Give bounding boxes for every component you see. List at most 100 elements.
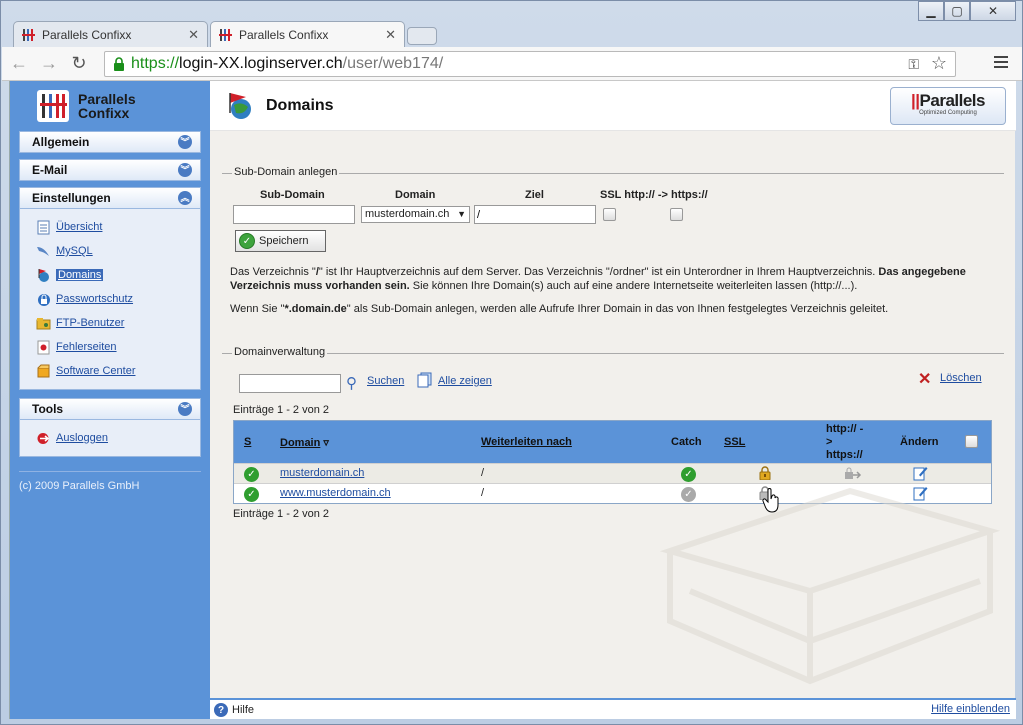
info-text: Sie können Ihre Domain(s) auch auf eine … bbox=[409, 280, 858, 292]
section-label: E-Mail bbox=[32, 163, 68, 177]
browser-menu-icon[interactable] bbox=[994, 56, 1008, 71]
key-icon[interactable]: ⚿ bbox=[908, 56, 919, 73]
col-domain-label: Domain bbox=[280, 437, 321, 449]
sidebar-section-tools[interactable]: Tools ︾ bbox=[19, 398, 201, 420]
sidebar-item-label[interactable]: Domains bbox=[56, 269, 104, 281]
search-icon[interactable]: ⚲ bbox=[346, 374, 357, 392]
confixx-favicon-icon bbox=[219, 28, 233, 42]
box-icon bbox=[36, 364, 51, 379]
status-ok-icon: ✓ bbox=[244, 487, 259, 502]
url-path: /user/web174/ bbox=[342, 55, 444, 72]
sidebar-item-label[interactable]: Passwortschutz bbox=[56, 293, 133, 305]
address-bar[interactable]: https://login-XX.loginserver.ch/user/web… bbox=[104, 51, 956, 77]
sidebar-item-label[interactable]: Ausloggen bbox=[56, 432, 108, 444]
tab-1[interactable]: Parallels Confixx ✕ bbox=[13, 21, 208, 47]
domain-select-value: musterdomain.ch bbox=[365, 208, 450, 220]
confixx-logo: Parallels Confixx bbox=[10, 81, 210, 131]
info-paragraph-2: Wenn Sie "*.domain.de" als Sub-Domain an… bbox=[230, 302, 990, 316]
show-help-link[interactable]: Hilfe einblenden bbox=[931, 703, 1010, 715]
reload-icon[interactable]: ↻ bbox=[66, 51, 92, 77]
redirect-target: / bbox=[481, 467, 485, 479]
search-link[interactable]: Suchen bbox=[367, 375, 404, 387]
subdomain-input[interactable] bbox=[233, 205, 355, 224]
tab-close-icon[interactable]: ✕ bbox=[188, 27, 199, 43]
back-arrow-icon[interactable]: ← bbox=[6, 51, 32, 77]
col-domain[interactable]: Domain ▿ bbox=[280, 436, 329, 449]
browser-toolbar: ← → ↻ https://login-XX.loginserver.ch/us… bbox=[2, 47, 1022, 81]
url-host: login-XX.loginserver.ch bbox=[179, 55, 343, 72]
sidebar-item-label[interactable]: Übersicht bbox=[56, 221, 102, 233]
sidebar-item-ftp-benutzer[interactable]: FTP-Benutzer bbox=[20, 311, 200, 335]
chevron-up-icon[interactable]: ︽ bbox=[178, 191, 192, 205]
help-link[interactable]: ? Hilfe bbox=[214, 703, 254, 717]
section-label: Tools bbox=[32, 402, 64, 416]
sidebar-item-uebersicht[interactable]: Übersicht bbox=[20, 215, 200, 239]
domain-link[interactable]: musterdomain.ch bbox=[280, 467, 364, 479]
tab-2[interactable]: Parallels Confixx ✕ bbox=[210, 21, 405, 47]
einstellungen-items: Übersicht MySQL Domains Passwortschutz F… bbox=[19, 209, 201, 390]
forward-arrow-icon[interactable]: → bbox=[36, 51, 62, 77]
entries-count-bottom: Einträge 1 - 2 von 2 bbox=[233, 508, 330, 520]
select-all-checkbox[interactable] bbox=[965, 435, 978, 448]
col-ssl[interactable]: SSL bbox=[724, 436, 745, 448]
chevron-down-icon[interactable]: ︾ bbox=[178, 135, 192, 149]
redirect-target: / bbox=[481, 487, 485, 499]
chevron-down-icon[interactable]: ︾ bbox=[178, 402, 192, 416]
catch-active-icon[interactable]: ✓ bbox=[681, 467, 696, 482]
secure-lock-icon bbox=[114, 57, 124, 71]
new-tab-button[interactable] bbox=[407, 27, 437, 45]
page-header: Domains ||Parallels Optimized Computing bbox=[210, 81, 1016, 131]
lock-icon bbox=[36, 292, 51, 307]
col-status[interactable]: S bbox=[244, 436, 251, 448]
sidebar-item-passwortschutz[interactable]: Passwortschutz bbox=[20, 287, 200, 311]
chevron-down-icon[interactable]: ︾ bbox=[178, 163, 192, 177]
ssl-checkbox[interactable] bbox=[603, 208, 616, 221]
tab-close-icon[interactable]: ✕ bbox=[385, 27, 396, 43]
show-all-icon[interactable] bbox=[417, 372, 433, 391]
brand-name: Parallels bbox=[919, 91, 986, 110]
col-subdomain: Sub-Domain bbox=[260, 189, 325, 201]
sort-desc-icon: ▿ bbox=[323, 437, 329, 449]
info-text: " als Sub-Domain anlegen, werden alle Au… bbox=[346, 303, 889, 315]
sidebar-section-allgemein[interactable]: Allgemein ︾ bbox=[19, 131, 201, 153]
search-input[interactable] bbox=[239, 374, 341, 393]
info-text: Wenn Sie " bbox=[230, 303, 285, 315]
sidebar-section-email[interactable]: E-Mail ︾ bbox=[19, 159, 201, 181]
col-domain: Domain bbox=[395, 189, 436, 201]
logo-line-1: Parallels bbox=[78, 91, 136, 107]
minimize-button[interactable]: ▁ bbox=[918, 1, 944, 21]
logo-line-2: Confixx bbox=[78, 105, 130, 121]
sidebar-item-software-center[interactable]: Software Center bbox=[20, 359, 200, 383]
sidebar-item-fehlerseiten[interactable]: Fehlerseiten bbox=[20, 335, 200, 359]
sidebar-section-einstellungen[interactable]: Einstellungen ︽ bbox=[19, 187, 201, 209]
save-button[interactable]: ✓ Speichern bbox=[235, 230, 326, 252]
sidebar-item-ausloggen[interactable]: Ausloggen bbox=[20, 426, 200, 450]
subdomain-fieldset: Sub-Domain anlegen bbox=[222, 166, 1004, 178]
col-ziel: Ziel bbox=[525, 189, 544, 201]
close-window-button[interactable]: ✕ bbox=[970, 1, 1016, 21]
delete-link[interactable]: Löschen bbox=[940, 372, 982, 384]
tab-strip: Parallels Confixx ✕ Parallels Confixx ✕ bbox=[13, 21, 437, 47]
background-drawer-watermark bbox=[659, 487, 1001, 685]
sidebar-item-label[interactable]: Fehlerseiten bbox=[56, 341, 117, 353]
main-content: Domains ||Parallels Optimized Computing … bbox=[210, 81, 1016, 719]
confixx-favicon-icon bbox=[22, 28, 36, 42]
error-page-icon bbox=[36, 340, 51, 355]
bookmark-star-icon[interactable]: ☆ bbox=[931, 53, 947, 74]
col-redirect[interactable]: Weiterleiten nach bbox=[481, 436, 572, 448]
sidebar-item-mysql[interactable]: MySQL bbox=[20, 239, 200, 263]
table-header: S Domain ▿ Weiterleiten nach Catch SSL h… bbox=[234, 421, 991, 463]
maximize-button[interactable]: ▢ bbox=[944, 1, 970, 21]
sidebar-item-domains[interactable]: Domains bbox=[20, 263, 200, 287]
delete-x-icon[interactable]: ✕ bbox=[918, 369, 931, 389]
domain-link[interactable]: www.musterdomain.ch bbox=[280, 487, 391, 499]
sidebar-item-label[interactable]: MySQL bbox=[56, 245, 93, 257]
sidebar-item-label[interactable]: FTP-Benutzer bbox=[56, 317, 124, 329]
ziel-input[interactable] bbox=[474, 205, 596, 224]
col-edit: Ändern bbox=[900, 436, 939, 448]
sidebar-item-label[interactable]: Software Center bbox=[56, 365, 135, 377]
status-ok-icon: ✓ bbox=[244, 467, 259, 482]
domain-select[interactable]: musterdomain.ch ▼ bbox=[361, 206, 470, 223]
show-all-link[interactable]: Alle zeigen bbox=[438, 375, 492, 387]
https-redirect-checkbox[interactable] bbox=[670, 208, 683, 221]
